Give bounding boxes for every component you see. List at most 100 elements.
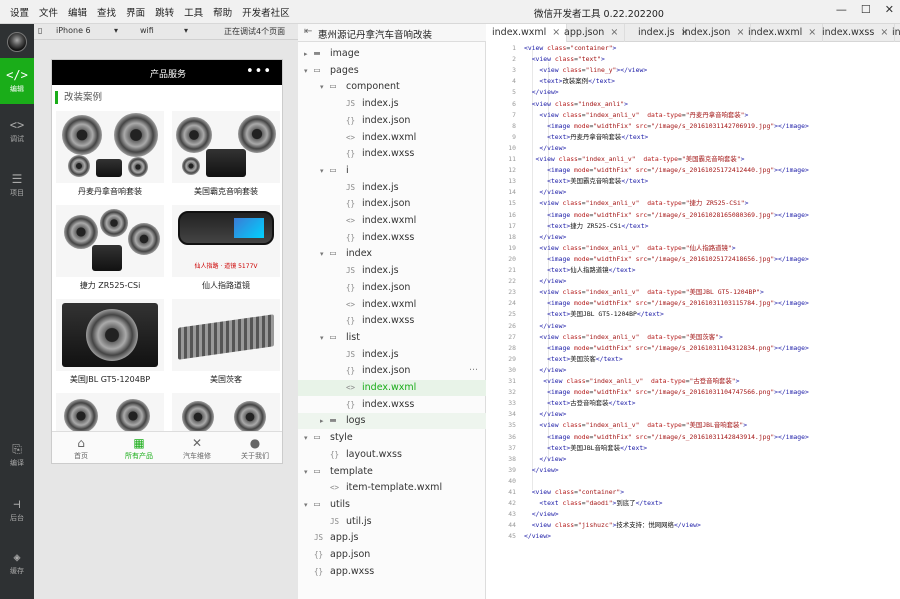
chevron-down-icon[interactable]: ▾ (320, 246, 324, 262)
menu-item-edit[interactable]: 编辑 (68, 5, 87, 19)
tree-file[interactable]: {} index.json (298, 113, 486, 129)
close-icon[interactable]: ✕ (885, 3, 894, 16)
tree-file[interactable]: {} index.json (298, 280, 486, 296)
menu-item-view[interactable]: 界面 (126, 5, 145, 19)
tab-car-repair[interactable]: ✕ 汽车维修 (168, 432, 226, 463)
debug-status[interactable]: 正在调试4个页面 (224, 26, 285, 37)
tree-folder[interactable]: ▸ ▬ image (298, 46, 486, 62)
chevron-down-icon[interactable]: ▾ (304, 497, 308, 513)
chevron-down-icon[interactable]: ▾ (304, 464, 308, 480)
tree-file[interactable]: JS index.js (298, 96, 486, 112)
chevron-down-icon[interactable]: ▾ (320, 79, 324, 95)
chevron-right-icon[interactable]: ▸ (304, 46, 308, 62)
tree-file[interactable]: {} index.wxss (298, 397, 486, 413)
tree-file[interactable]: {} index.json (298, 196, 486, 212)
activity-debug-label: 调试 (10, 134, 24, 143)
tree-file[interactable]: JS app.js (298, 530, 486, 546)
tree-item-label: index.json (362, 198, 411, 210)
line-number: 11 (508, 155, 516, 163)
editor-tab[interactable]: index.wxml × (742, 24, 824, 42)
code-line: 4 <text>改装案例</text> (486, 76, 900, 87)
activity-debug[interactable]: <> 调试 (0, 108, 34, 154)
code-line: 15 <view class="index_anli_v" data-type=… (486, 198, 900, 209)
tree-file[interactable]: JS index.js (298, 263, 486, 279)
device-dropdown-icon[interactable]: ▾ (114, 26, 118, 35)
chevron-down-icon[interactable]: ▾ (304, 63, 308, 79)
tab-home[interactable]: ⌂ 首页 (52, 432, 110, 463)
tree-file[interactable]: JS index.js (298, 347, 486, 363)
tree-folder[interactable]: ▾ ▭ utils (298, 497, 486, 513)
more-menu-icon[interactable]: ••• (246, 64, 272, 79)
menu-item-settings[interactable]: 设置 (10, 5, 29, 19)
tree-file[interactable]: JS util.js (298, 514, 486, 530)
tree-folder[interactable]: ▸ ▬ logs (298, 413, 486, 430)
tab-about[interactable]: ● 关于我们 (226, 432, 282, 463)
menu-item-community[interactable]: 开发者社区 (242, 5, 290, 19)
chevron-right-icon[interactable]: ▸ (320, 413, 324, 429)
tree-file[interactable]: {} index.wxss (298, 146, 486, 162)
tree-folder[interactable]: ▾ ▭ style (298, 430, 486, 446)
activity-edit[interactable]: </> 编辑 (0, 58, 34, 104)
tree-folder[interactable]: ▾ ▭ index (298, 246, 486, 262)
menu-item-goto[interactable]: 跳转 (155, 5, 174, 19)
grid-icon: ▦ (133, 435, 145, 450)
tab-bar: ⌂ 首页 ▦ 所有产品 ✕ 汽车维修 ● 关于我们 (52, 431, 282, 463)
tree-file[interactable]: JS index.js (298, 180, 486, 196)
activity-compile[interactable]: ⎘ 编译 (0, 432, 34, 478)
tree-item-label: index.json (362, 114, 411, 126)
chevron-down-icon[interactable]: ▾ (320, 330, 324, 346)
code-text: <view class="index_anli_v" data-type="美国… (539, 332, 723, 341)
tree-file[interactable]: <> index.wxml (298, 213, 486, 229)
tree-folder[interactable]: ▾ ▭ template (298, 464, 486, 480)
code-editor[interactable]: 1 <view class="container"> 2 <view class="… (486, 42, 900, 599)
tree-file[interactable]: {} index.wxss (298, 313, 486, 329)
tree-file[interactable]: {} index.wxss (298, 230, 486, 246)
tree-folder[interactable]: ▾ ▭ pages (298, 63, 486, 79)
device-select[interactable]: iPhone 6 (56, 26, 91, 35)
code-text: <view class="index_anli_v" data-type="古登… (543, 377, 740, 385)
tree-folder[interactable]: ▾ ▭ list (298, 330, 486, 346)
tab-all-products[interactable]: ▦ 所有产品 (110, 432, 168, 463)
network-select[interactable]: wifi (140, 26, 154, 35)
activity-cache[interactable]: ◈ 缓存 (0, 540, 34, 586)
tree-file[interactable]: {} app.wxss (298, 564, 486, 580)
editor-tab[interactable]: app.json × (558, 24, 626, 42)
minimize-icon[interactable]: — (836, 3, 847, 16)
editor-tab[interactable]: index.wxss × (816, 24, 896, 42)
tree-file[interactable]: <> item-template.wxml (298, 480, 486, 496)
avatar[interactable] (7, 32, 27, 52)
tree-folder[interactable]: ▾ ▭ component (298, 79, 486, 95)
close-tab-icon[interactable]: × (610, 27, 618, 38)
chevron-down-icon[interactable]: ▾ (320, 163, 324, 179)
tree-file[interactable]: <> index.wxml (298, 380, 486, 396)
editor-tab[interactable]: index.wxml × (486, 24, 568, 42)
line-number: 25 (508, 310, 516, 319)
editor-tab[interactable]: index.json × (676, 24, 752, 42)
code-line: 12 <image mode="widthFix" src="/image/s_… (486, 165, 900, 176)
folder-icon: ▭ (314, 432, 321, 444)
chevron-down-icon[interactable]: ▾ (304, 430, 308, 446)
json-file-icon: {} (314, 550, 324, 559)
line-number: 35 (508, 421, 516, 430)
network-dropdown-icon[interactable]: ▾ (184, 26, 188, 35)
maximize-icon[interactable]: ☐ (861, 3, 871, 16)
tree-file[interactable]: <> index.wxml (298, 297, 486, 313)
product-label: 美国JBL GT5-1204BP (69, 375, 151, 384)
collapse-sidebar-icon[interactable]: ⇤ (304, 26, 312, 37)
menu-item-find[interactable]: 查找 (97, 5, 116, 19)
code-line: 41 <view class="container"> (486, 487, 900, 498)
code-line: 45 </view> (486, 531, 900, 542)
editor-tab[interactable]: ind (886, 24, 900, 42)
tree-file[interactable]: {} index.json ··· (298, 363, 486, 379)
editor-tab-label: index.json (682, 27, 731, 38)
activity-project[interactable]: ☰ 项目 (0, 162, 34, 208)
menu-item-file[interactable]: 文件 (39, 5, 58, 19)
menu-item-tools[interactable]: 工具 (184, 5, 203, 19)
tree-folder[interactable]: ▾ ▭ i (298, 163, 486, 179)
more-icon[interactable]: ··· (469, 363, 478, 379)
activity-backend[interactable]: ⊣ 后台 (0, 487, 34, 533)
menu-item-help[interactable]: 帮助 (213, 5, 232, 19)
tree-file[interactable]: {} layout.wxss (298, 447, 486, 463)
tree-file[interactable]: <> index.wxml (298, 130, 486, 146)
tree-file[interactable]: {} app.json (298, 547, 486, 563)
